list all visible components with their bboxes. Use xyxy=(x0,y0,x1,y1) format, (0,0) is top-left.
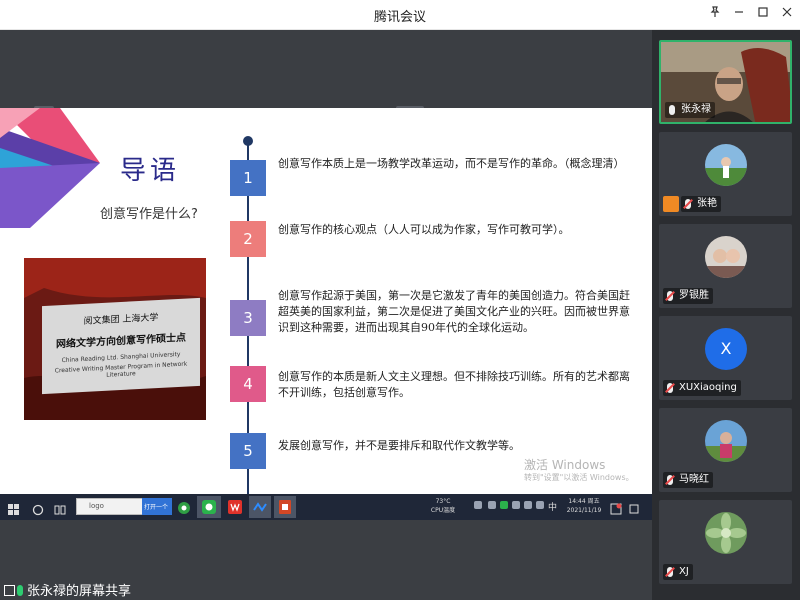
tencent-meeting-icon[interactable] xyxy=(249,496,271,518)
participant-tile-3[interactable]: 罗银胜 xyxy=(659,224,792,308)
item-text-3: 创意写作起源于美国，第一次是它激发了青年的美国创造力。符合美国赶超英美的国家利益… xyxy=(278,289,630,334)
meeting-window: 腾讯会议 导语 创意写作是什么? 阅文集团 上海大学 网络文学方向创意写作硕士点… xyxy=(0,0,800,600)
participant-avatar-6 xyxy=(705,512,747,554)
presenter-mic-icon xyxy=(17,585,23,596)
participant-name-3: 罗银胜 xyxy=(663,288,713,304)
clock-date: 2021/11/19 xyxy=(566,507,602,514)
wps-icon[interactable] xyxy=(224,496,246,518)
plaque-line-2: 网络文学方向创意写作硕士点 xyxy=(56,332,186,351)
clock-time: 14:44 周五 xyxy=(568,498,600,505)
title-bar: 腾讯会议 xyxy=(0,0,800,30)
participant-tile-5[interactable]: 马晓红 xyxy=(659,408,792,492)
windows-start-icon[interactable] xyxy=(8,501,20,517)
mic-muted-icon xyxy=(667,383,673,393)
plaque: 阅文集团 上海大学 网络文学方向创意写作硕士点 China Reading Lt… xyxy=(42,297,200,395)
task-view-icon[interactable] xyxy=(54,501,66,517)
slide-decoration xyxy=(0,108,100,228)
tray-wechat-icon[interactable] xyxy=(500,501,508,509)
screen-share-icon xyxy=(4,585,15,596)
powerpoint-icon[interactable] xyxy=(274,496,296,518)
participant-avatar-5 xyxy=(705,420,747,462)
tray-up-arrow-icon[interactable] xyxy=(474,501,482,509)
participant-name-4: XUXiaoqing xyxy=(663,380,741,396)
tray-network-icon[interactable] xyxy=(512,501,520,509)
participant-name-text: XJ xyxy=(679,566,689,577)
item-text-1: 创意写作本质上是一场教学改革运动，而不是写作的革命。（概念理清） xyxy=(278,157,625,170)
participant-name-5: 马晓红 xyxy=(663,472,713,488)
mic-muted-icon xyxy=(667,291,673,301)
screen-share-label: 张永禄的屏幕共享 xyxy=(27,584,132,599)
slide-title: 导语 xyxy=(120,156,181,186)
presentation-slide: 导语 创意写作是什么? 阅文集团 上海大学 网络文学方向创意写作硕士点 Chin… xyxy=(0,108,652,494)
taskbar-active-app-label: 打开一个 xyxy=(144,504,169,511)
minimize-icon[interactable] xyxy=(728,4,750,26)
item-text-2: 创意写作的核心观点（人人可以成为作家，写作可教可学）。 xyxy=(278,223,570,236)
item-number-3: 3 xyxy=(230,300,266,336)
mic-icon xyxy=(669,105,675,115)
cpu-temp-value: 73°C xyxy=(435,498,451,505)
mic-muted-icon xyxy=(667,475,673,485)
slide-subtitle: 创意写作是什么? xyxy=(100,207,198,222)
participant-name-text: 马晓红 xyxy=(679,474,709,485)
participant-avatar-2 xyxy=(705,144,747,186)
item-number-1: 1 xyxy=(230,160,266,196)
item-text-4: 创意写作的本质是新人文主义理想。但不排除技巧训练。所有的艺术都离不开训练，包括创… xyxy=(278,370,630,399)
item-number-2: 2 xyxy=(230,221,266,257)
participant-avatar-4: X xyxy=(705,328,747,370)
share-top-bar xyxy=(0,30,652,108)
participant-tile-4[interactable]: X XUXiaoqing xyxy=(659,316,792,400)
cpu-temp-label: CPU温度 xyxy=(430,507,456,514)
participant-name-text: 罗银胜 xyxy=(679,290,709,301)
pin-icon[interactable] xyxy=(704,4,726,26)
item-number-5: 5 xyxy=(230,433,266,469)
cortana-icon[interactable] xyxy=(32,501,44,517)
participant-name-text: 张永禄 xyxy=(681,104,711,115)
plaque-line-1: 阅文集团 上海大学 xyxy=(83,313,159,327)
activation-watermark-title: 激活 Windows xyxy=(524,458,606,472)
item-text-5: 发展创意写作，并不是要排斥和取代作文教学等。 xyxy=(278,439,520,452)
remote-taskbar: logo 打开一个 73°C CPU温度 中 14:44 周五 2021/11/… xyxy=(0,494,652,520)
screen-share-area[interactable]: 导语 创意写作是什么? 阅文集团 上海大学 网络文学方向创意写作硕士点 Chin… xyxy=(0,30,652,600)
tray-app-icon[interactable] xyxy=(488,501,496,509)
taskbar-active-app[interactable]: 打开一个 xyxy=(142,498,172,515)
participant-name-2: 张艳 xyxy=(681,196,721,212)
participant-name-6: XJ xyxy=(663,564,693,580)
participant-tile-2[interactable]: 张艳 xyxy=(659,132,792,216)
ime-indicator[interactable]: 中 xyxy=(548,500,557,516)
user-badge-icon xyxy=(663,196,679,212)
participant-tile-6[interactable]: XJ xyxy=(659,500,792,584)
tray-battery-icon[interactable] xyxy=(536,501,544,509)
timeline-dot xyxy=(243,136,253,146)
participant-avatar-3 xyxy=(705,236,747,278)
chrome-icon[interactable] xyxy=(177,500,191,516)
taskbar-search-text: logo xyxy=(89,502,104,510)
participant-name-text: 张艳 xyxy=(697,198,717,209)
participants-panel[interactable]: 张永禄 张艳 罗银胜 X XUXiaoqing 马晓红 XJ xyxy=(652,30,800,600)
participant-name-1: 张永禄 xyxy=(665,102,715,118)
notification-icon[interactable] xyxy=(610,500,622,516)
tray-volume-icon[interactable] xyxy=(524,501,532,509)
wechat-icon[interactable] xyxy=(197,496,221,518)
item-number-4: 4 xyxy=(230,366,266,402)
close-icon[interactable] xyxy=(776,4,798,26)
taskbar-clock[interactable]: 14:44 周五 2021/11/19 xyxy=(562,497,606,515)
mic-muted-icon xyxy=(685,199,691,209)
participant-name-text: XUXiaoqing xyxy=(679,382,737,393)
cpu-temp-widget[interactable]: 73°C CPU温度 xyxy=(428,497,458,515)
participant-tile-1[interactable]: 张永禄 xyxy=(659,40,792,124)
window-title: 腾讯会议 xyxy=(373,10,426,25)
maximize-icon[interactable] xyxy=(752,4,774,26)
action-center-icon[interactable] xyxy=(628,500,640,516)
activation-watermark-hint: 转到"设置"以激活 Windows。 xyxy=(524,473,634,482)
screen-share-status: 张永禄的屏幕共享 xyxy=(4,580,131,600)
mic-muted-icon xyxy=(667,567,673,577)
plaque-photo: 阅文集团 上海大学 网络文学方向创意写作硕士点 China Reading Lt… xyxy=(24,258,206,420)
